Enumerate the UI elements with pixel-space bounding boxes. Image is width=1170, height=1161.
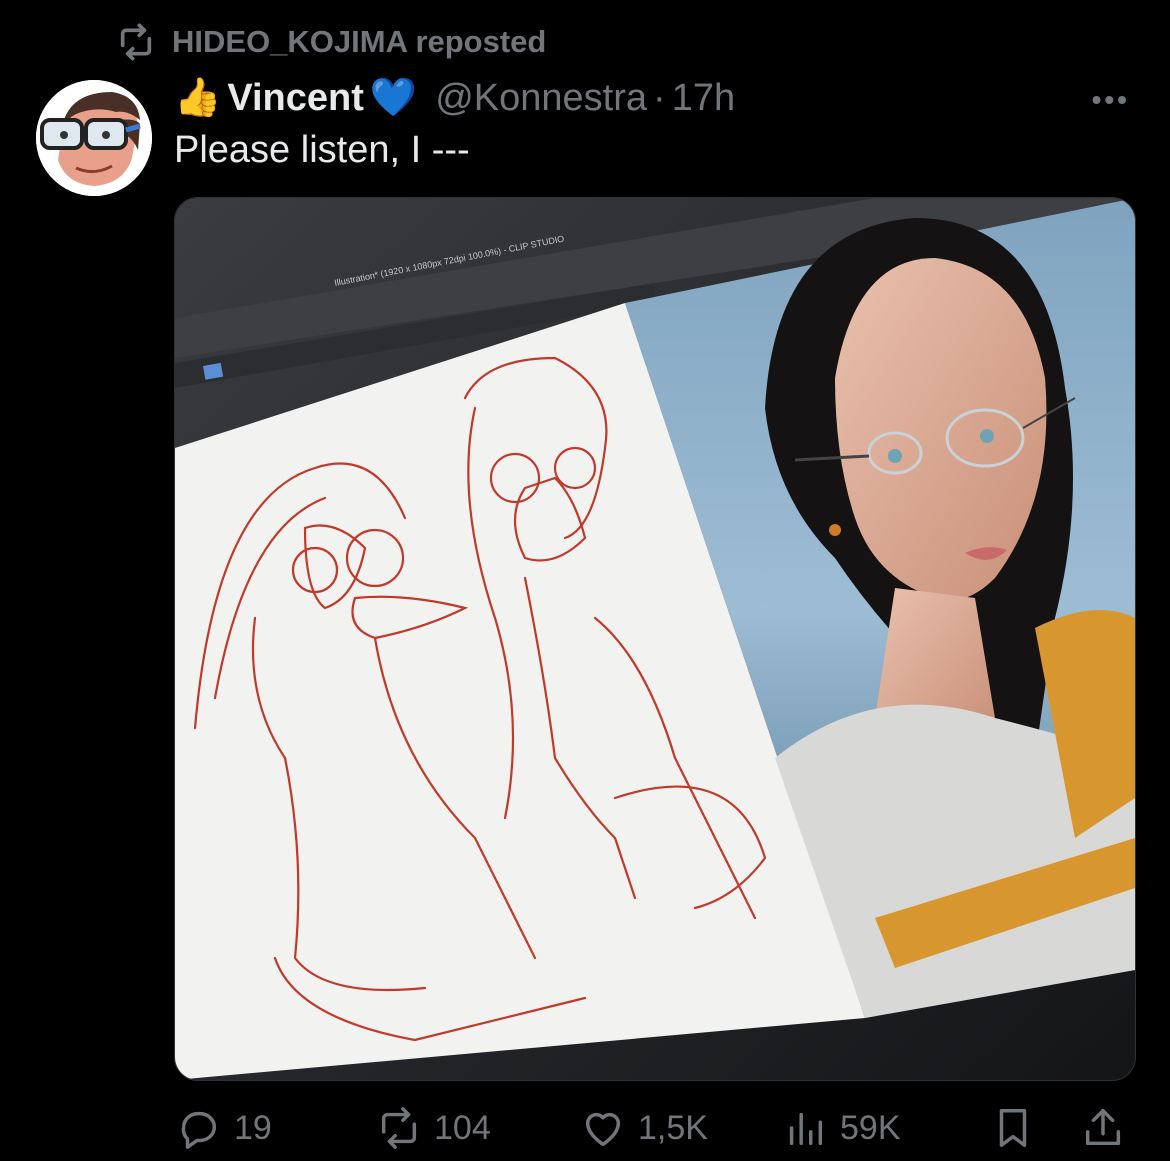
repost-indicator[interactable]: HIDEO_KOJIMA reposted: [116, 22, 546, 62]
share-icon: [1085, 1109, 1121, 1146]
bookmark-button[interactable]: [990, 1100, 1048, 1156]
view-count: 59K: [840, 1108, 901, 1147]
thumbs-up-emoji: 👍: [174, 77, 222, 119]
repost-icon: [120, 23, 152, 61]
reply-icon: [181, 1111, 216, 1149]
like-button[interactable]: 1,5K: [580, 1100, 708, 1156]
timestamp[interactable]: 17h: [672, 77, 735, 120]
more-options-button[interactable]: •••: [1092, 84, 1130, 116]
like-count: 1,5K: [638, 1108, 708, 1147]
tablet-photo: Illustration* (1920 x 1080px 72dpi 100.0…: [175, 198, 1135, 1080]
views-button[interactable]: 59K: [782, 1100, 901, 1156]
repost-count: 104: [434, 1108, 491, 1147]
repost-label: HIDEO_KOJIMA reposted: [172, 24, 547, 59]
avatar-illustration: [36, 80, 152, 196]
bookmark-icon: [999, 1109, 1027, 1147]
analytics-icon: [789, 1112, 823, 1146]
action-bar: 19 104 1,5K 59K: [0, 1100, 1170, 1160]
reply-button[interactable]: 19: [176, 1100, 272, 1156]
repost-button[interactable]: 104: [376, 1100, 491, 1156]
tweet-header: 👍 Vincent 💙 @Konnestra · 17h: [174, 72, 735, 124]
repost-icon: [381, 1107, 417, 1149]
separator-dot: ·: [653, 76, 666, 119]
tweet-media-image[interactable]: Illustration* (1920 x 1080px 72dpi 100.0…: [174, 197, 1136, 1081]
author-name[interactable]: Vincent: [227, 77, 364, 120]
blue-heart-emoji: 💙: [369, 77, 418, 119]
share-button[interactable]: [1080, 1100, 1138, 1156]
avatar[interactable]: [36, 80, 152, 196]
heart-icon: [585, 1112, 621, 1147]
tweet-text: Please listen, I ---: [174, 129, 470, 171]
author-handle[interactable]: @Konnestra: [435, 77, 647, 120]
reply-count: 19: [234, 1108, 272, 1147]
